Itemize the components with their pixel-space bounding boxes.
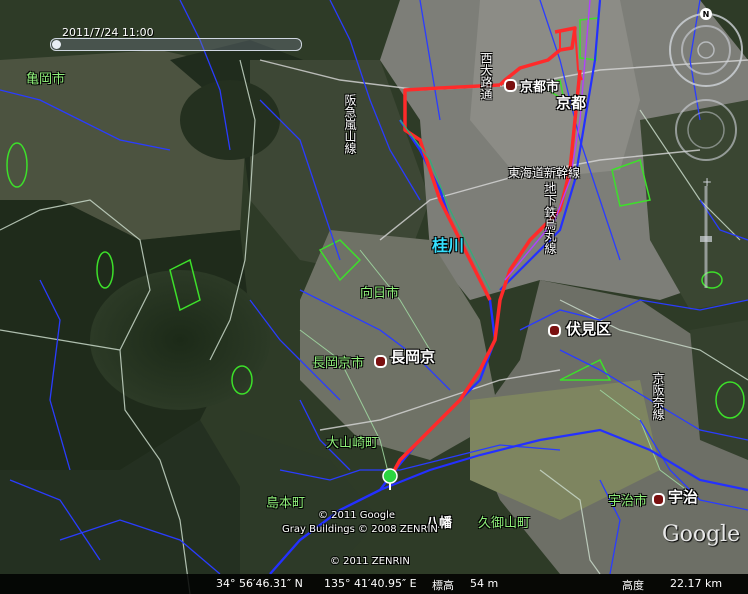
time-slider[interactable] (50, 38, 302, 51)
elevation-label: 標高 (432, 579, 454, 592)
compass-control[interactable]: N (669, 8, 743, 87)
label-kameoka-city: 亀岡市 (26, 72, 66, 87)
uji-marker (652, 493, 665, 506)
label-karasuma-subway: 地下鉄烏丸線 (543, 182, 557, 254)
navigation-controls[interactable]: N + (640, 6, 748, 296)
label-kumiyama: 久御山町 (478, 516, 531, 531)
label-fushimi: 伏見区 (566, 320, 612, 338)
label-muko-city: 向日市 (360, 286, 400, 301)
label-uji: 宇治 (668, 488, 699, 506)
altitude-readout: 22.17 km (670, 577, 723, 590)
latitude-readout: 34° 56′46.31″ N (216, 577, 303, 590)
label-nagaokakyo: 長岡京 (390, 348, 436, 366)
label-keihan-nara-line: 京阪奈線 (651, 372, 665, 420)
time-slider-knob[interactable] (52, 40, 61, 49)
elevation-readout: 54 m (470, 577, 499, 590)
fushimi-marker (548, 324, 561, 337)
zoom-slider-knob[interactable] (700, 236, 712, 242)
label-katsura-river: 桂川 (432, 236, 465, 255)
kyoto-city-marker (504, 79, 517, 92)
label-kyoto-city: 京都市 (520, 80, 560, 95)
nagaokakyo-marker (374, 355, 387, 368)
north-indicator: N (703, 10, 710, 19)
map-view[interactable]: 2011/7/24 11:00 亀岡市 京都市 京都 桂川 向日市 伏見区 長岡… (0, 0, 748, 594)
label-uji-city: 宇治市 (608, 494, 648, 509)
copyright-zenrin: © 2011 ZENRIN (330, 556, 410, 567)
google-logo: Google (662, 522, 741, 547)
zoom-in-icon[interactable]: + (702, 175, 712, 189)
copyright-google: © 2011 Google (318, 510, 396, 521)
longitude-readout: 135° 41′40.95″ E (324, 577, 417, 590)
label-nishioji: 西大路通 (479, 52, 493, 100)
copyright-buildings: Gray Buildings © 2008 ZENRIN (282, 524, 438, 535)
zoom-slider[interactable]: + (700, 175, 712, 288)
status-bar: 34° 56′46.31″ N 135° 41′40.95″ E 標高 54 m… (0, 574, 748, 594)
label-nagaokakyo-city: 長岡京市 (312, 356, 365, 371)
label-hankyu-arashiyama-line: 阪急嵐山線 (343, 94, 357, 154)
label-oyamazaki: 大山崎町 (326, 436, 379, 451)
label-shimamoto: 島本町 (266, 496, 306, 511)
altitude-label: 高度 (622, 579, 644, 592)
label-kyoto: 京都 (556, 94, 587, 112)
label-tokaido-shinkansen: 東海道新幹線 (508, 166, 581, 180)
pan-control[interactable] (675, 99, 737, 161)
